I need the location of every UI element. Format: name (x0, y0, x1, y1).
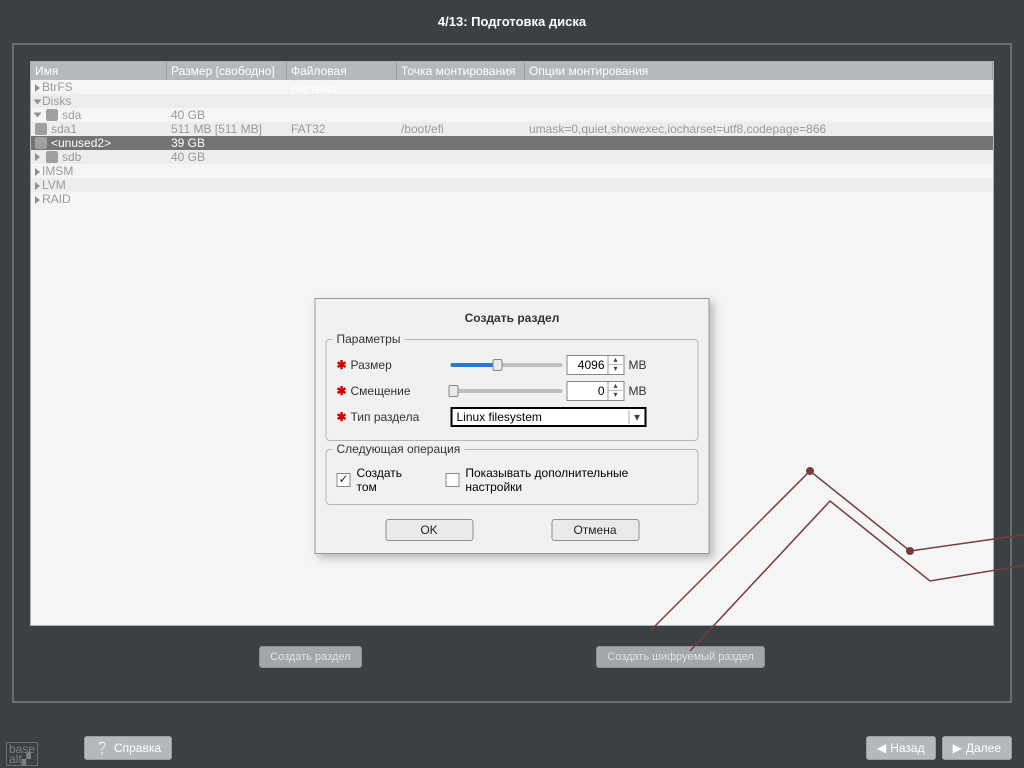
tree-row-imsm[interactable]: IMSM (31, 164, 993, 178)
required-icon: ✱ (337, 358, 351, 372)
show-advanced-label: Показывать дополнительные настройки (465, 466, 687, 494)
page-title: 4/13: Подготовка диска (0, 0, 1024, 39)
row-type: ✱ Тип раздела Linux filesystem ▾ (337, 404, 688, 430)
dialog-title: Создать раздел (316, 299, 709, 335)
chevron-left-icon: ◀ (877, 741, 886, 755)
required-icon: ✱ (337, 384, 351, 398)
partition-icon (35, 137, 47, 149)
tree-row-sda1[interactable]: sda1 511 MB [511 MB] FAT32 /boot/efi uma… (31, 122, 993, 136)
disk-icon (46, 109, 58, 121)
chevron-right-icon: ▶ (953, 741, 962, 755)
col-mount[interactable]: Точка монтирования (397, 62, 525, 80)
ok-button[interactable]: OK (385, 519, 473, 541)
col-size[interactable]: Размер [свободно] (167, 62, 287, 80)
table-header: Имя Размер [свободно] Файловая система Т… (31, 62, 993, 80)
offset-spin[interactable]: ▴▾ (567, 381, 625, 401)
partition-icon (35, 123, 47, 135)
tree-row-sda[interactable]: sda 40 GB (31, 108, 993, 122)
next-button[interactable]: ▶Далее (942, 736, 1012, 760)
parameters-legend: Параметры (333, 332, 405, 346)
offset-input[interactable] (568, 384, 608, 398)
back-button[interactable]: ◀Назад (866, 736, 936, 760)
unit-label: MB (629, 358, 647, 372)
chevron-down-icon[interactable]: ▾ (629, 410, 645, 424)
disk-icon (46, 151, 58, 163)
type-value: Linux filesystem (453, 410, 629, 424)
tree-row-disks[interactable]: Disks (31, 94, 993, 108)
create-volume-label: Создать том (356, 466, 425, 494)
tree-row-sdb[interactable]: sdb 40 GB (31, 150, 993, 164)
spin-down-icon[interactable]: ▾ (609, 391, 623, 400)
required-icon: ✱ (337, 410, 351, 424)
size-input[interactable] (568, 358, 608, 372)
unit-label: MB (629, 384, 647, 398)
help-button[interactable]: ❔ Справка (84, 736, 172, 760)
partition-type-select[interactable]: Linux filesystem ▾ (451, 407, 647, 427)
next-op-legend: Следующая операция (333, 442, 465, 456)
wizard-frame: Имя Размер [свободно] Файловая система Т… (12, 43, 1012, 703)
offset-label: Смещение (351, 384, 451, 398)
disk-panel: Имя Размер [свободно] Файловая система Т… (30, 61, 994, 626)
type-label: Тип раздела (351, 410, 451, 424)
create-encrypted-partition-button[interactable]: Создать шифруемый раздел (596, 646, 765, 668)
wizard-footer: ❔ Справка ◀Назад ▶Далее (0, 728, 1024, 768)
row-offset: ✱ Смещение ▴▾ MB (337, 378, 688, 404)
col-fs[interactable]: Файловая система (287, 62, 397, 80)
spin-down-icon[interactable]: ▾ (609, 365, 623, 374)
partition-tree[interactable]: BtrFS Disks sda 40 GB sda1 511 MB [511 M… (31, 80, 993, 206)
size-label: Размер (351, 358, 451, 372)
tree-row-unused[interactable]: <unused2> 39 GB (31, 136, 993, 150)
panel-toolbar: Создать раздел Создать шифруемый раздел (30, 638, 994, 676)
show-advanced-checkbox[interactable] (445, 473, 459, 487)
tree-row-raid[interactable]: RAID (31, 192, 993, 206)
help-icon: ❔ (95, 741, 110, 755)
col-name[interactable]: Имя (31, 62, 167, 80)
parameters-fieldset: Параметры ✱ Размер ▴▾ MB (326, 339, 699, 441)
size-spin[interactable]: ▴▾ (567, 355, 625, 375)
row-size: ✱ Размер ▴▾ MB (337, 352, 688, 378)
create-partition-dialog: Создать раздел Параметры ✱ Размер ▴▾ (315, 298, 710, 554)
next-operation-fieldset: Следующая операция Создать том Показыват… (326, 449, 699, 505)
cancel-button[interactable]: Отмена (551, 519, 639, 541)
size-slider[interactable] (451, 358, 563, 372)
offset-slider[interactable] (451, 384, 563, 398)
col-opts[interactable]: Опции монтирования (525, 62, 993, 80)
create-partition-button[interactable]: Создать раздел (259, 646, 361, 668)
tree-row-lvm[interactable]: LVM (31, 178, 993, 192)
create-volume-checkbox[interactable] (337, 473, 351, 487)
tree-row-btrfs[interactable]: BtrFS (31, 80, 993, 94)
